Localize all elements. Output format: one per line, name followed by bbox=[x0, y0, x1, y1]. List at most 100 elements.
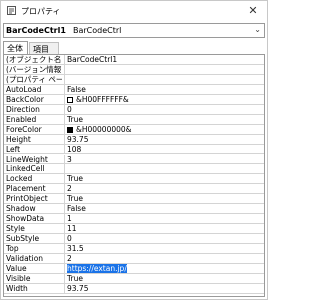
column-divider[interactable] bbox=[64, 204, 65, 214]
close-icon: ✕ bbox=[248, 4, 258, 17]
property-row[interactable]: (バージョン情報) bbox=[4, 64, 264, 75]
property-row[interactable]: Validation 2 bbox=[4, 254, 264, 264]
property-row[interactable]: Width 93.75 bbox=[4, 283, 264, 294]
property-value[interactable]: &H00FFFFFF& bbox=[67, 95, 129, 104]
column-divider[interactable] bbox=[64, 94, 65, 104]
column-divider[interactable] bbox=[64, 174, 65, 184]
property-value-text: False bbox=[67, 84, 86, 94]
property-name: ShowData bbox=[6, 214, 45, 224]
column-divider[interactable] bbox=[64, 124, 65, 134]
property-row[interactable]: ShowData 1 bbox=[4, 214, 264, 225]
property-value-text: 0 bbox=[67, 234, 72, 244]
column-divider[interactable] bbox=[64, 55, 65, 64]
property-row[interactable]: BackColor &H00FFFFFF& bbox=[4, 94, 264, 105]
property-value[interactable]: True bbox=[67, 274, 83, 283]
property-row[interactable]: ForeColor &H00000000& bbox=[4, 124, 264, 135]
property-grid: (オブジェクト名) BarCodeCtrl1 (バージョン情報)(プロパティ ページ… bbox=[3, 54, 265, 297]
property-row[interactable]: (オブジェクト名) BarCodeCtrl1 bbox=[4, 55, 264, 65]
property-value[interactable]: BarCodeCtrl1 bbox=[67, 55, 117, 64]
property-name: (プロパティ ページ) bbox=[6, 74, 62, 84]
property-row[interactable]: (プロパティ ページ) bbox=[4, 74, 264, 85]
property-row[interactable]: Height 93.75 bbox=[4, 134, 264, 145]
property-name: Width bbox=[6, 283, 28, 293]
property-name: Height bbox=[6, 134, 31, 144]
column-divider[interactable] bbox=[64, 144, 65, 154]
chevron-down-icon[interactable]: ⌄ bbox=[254, 25, 261, 34]
property-value-text: 31.5 bbox=[67, 244, 84, 254]
column-divider[interactable] bbox=[64, 74, 65, 84]
property-value[interactable]: &H00000000& bbox=[67, 125, 132, 134]
property-row[interactable]: SubStyle 0 bbox=[4, 234, 264, 245]
property-row[interactable]: Visible True bbox=[4, 273, 264, 284]
property-value[interactable]: https://extan.jp/ bbox=[67, 263, 127, 273]
property-row[interactable]: Shadow False bbox=[4, 204, 264, 215]
column-divider[interactable] bbox=[64, 214, 65, 224]
property-value[interactable]: 2 bbox=[67, 184, 72, 193]
property-value-text: BarCodeCtrl1 bbox=[67, 55, 118, 64]
property-value[interactable]: False bbox=[67, 204, 86, 213]
property-value-text: &H00000000& bbox=[76, 124, 132, 134]
property-value[interactable]: True bbox=[67, 174, 83, 183]
column-divider[interactable] bbox=[64, 194, 65, 204]
property-row[interactable]: LineWeight 3 bbox=[4, 154, 264, 165]
property-name: Top bbox=[6, 244, 19, 254]
property-value-text: True bbox=[67, 273, 83, 283]
property-value[interactable]: 0 bbox=[67, 234, 72, 243]
column-divider[interactable] bbox=[64, 104, 65, 114]
property-name: LineWeight bbox=[6, 154, 48, 164]
property-value[interactable]: True bbox=[67, 115, 83, 124]
property-row[interactable]: Direction 0 bbox=[4, 104, 264, 115]
window-title: プロパティ bbox=[21, 7, 61, 16]
property-value[interactable]: 93.75 bbox=[67, 135, 88, 144]
property-row[interactable]: AutoLoad False bbox=[4, 84, 264, 95]
column-divider[interactable] bbox=[64, 84, 65, 94]
property-value[interactable]: 1 bbox=[67, 214, 72, 223]
property-value[interactable]: False bbox=[67, 85, 86, 94]
column-divider[interactable] bbox=[64, 134, 65, 144]
property-value[interactable]: 2 bbox=[67, 254, 72, 263]
color-swatch bbox=[67, 126, 73, 133]
property-value-text: &H00FFFFFF& bbox=[76, 94, 129, 104]
property-value[interactable]: 0 bbox=[67, 105, 72, 114]
column-divider[interactable] bbox=[64, 263, 65, 273]
column-divider[interactable] bbox=[64, 114, 65, 124]
property-value[interactable]: 3 bbox=[67, 155, 72, 164]
property-value-text: https://extan.jp/ bbox=[67, 263, 127, 273]
column-divider[interactable] bbox=[64, 283, 65, 293]
tab-alphabetic[interactable]: 全体 bbox=[3, 41, 28, 55]
property-value-text: 93.75 bbox=[67, 283, 89, 293]
object-selector[interactable]: BarCodeCtrl1 BarCodeCtrl ⌄ bbox=[3, 23, 265, 38]
column-divider[interactable] bbox=[64, 64, 65, 74]
property-row[interactable]: Locked True bbox=[4, 174, 264, 185]
property-row[interactable]: PrintObject True bbox=[4, 194, 264, 205]
property-name: Enabled bbox=[6, 114, 37, 124]
property-value[interactable]: 93.75 bbox=[67, 284, 88, 293]
property-value[interactable]: 11 bbox=[67, 224, 77, 233]
title-bar[interactable]: プロパティ ✕ bbox=[1, 1, 267, 21]
property-row[interactable]: Placement 2 bbox=[4, 184, 264, 195]
column-divider[interactable] bbox=[64, 224, 65, 234]
property-row[interactable]: LinkedCell bbox=[4, 164, 264, 175]
property-row[interactable]: Top 31.5 bbox=[4, 244, 264, 254]
column-divider[interactable] bbox=[64, 184, 65, 194]
property-value-text: 2 bbox=[67, 184, 72, 194]
property-name: Direction bbox=[6, 104, 40, 114]
property-row[interactable]: Left 108 bbox=[4, 144, 264, 155]
property-row[interactable]: Style 11 bbox=[4, 224, 264, 235]
property-value-text: 11 bbox=[67, 224, 77, 234]
property-row[interactable]: Value https://extan.jp/ bbox=[4, 263, 264, 274]
column-divider[interactable] bbox=[64, 273, 65, 283]
column-divider[interactable] bbox=[64, 254, 65, 263]
column-divider[interactable] bbox=[64, 164, 65, 174]
color-swatch bbox=[67, 96, 73, 103]
property-name: SubStyle bbox=[6, 234, 40, 244]
column-divider[interactable] bbox=[64, 244, 65, 253]
property-value[interactable]: 108 bbox=[67, 145, 81, 154]
column-divider[interactable] bbox=[64, 234, 65, 244]
property-value[interactable]: True bbox=[67, 194, 83, 203]
property-value-text: 93.75 bbox=[67, 134, 89, 144]
property-value[interactable]: 31.5 bbox=[67, 244, 84, 253]
property-row[interactable]: Enabled True bbox=[4, 114, 264, 125]
column-divider[interactable] bbox=[64, 154, 65, 164]
close-button[interactable]: ✕ bbox=[239, 1, 267, 21]
